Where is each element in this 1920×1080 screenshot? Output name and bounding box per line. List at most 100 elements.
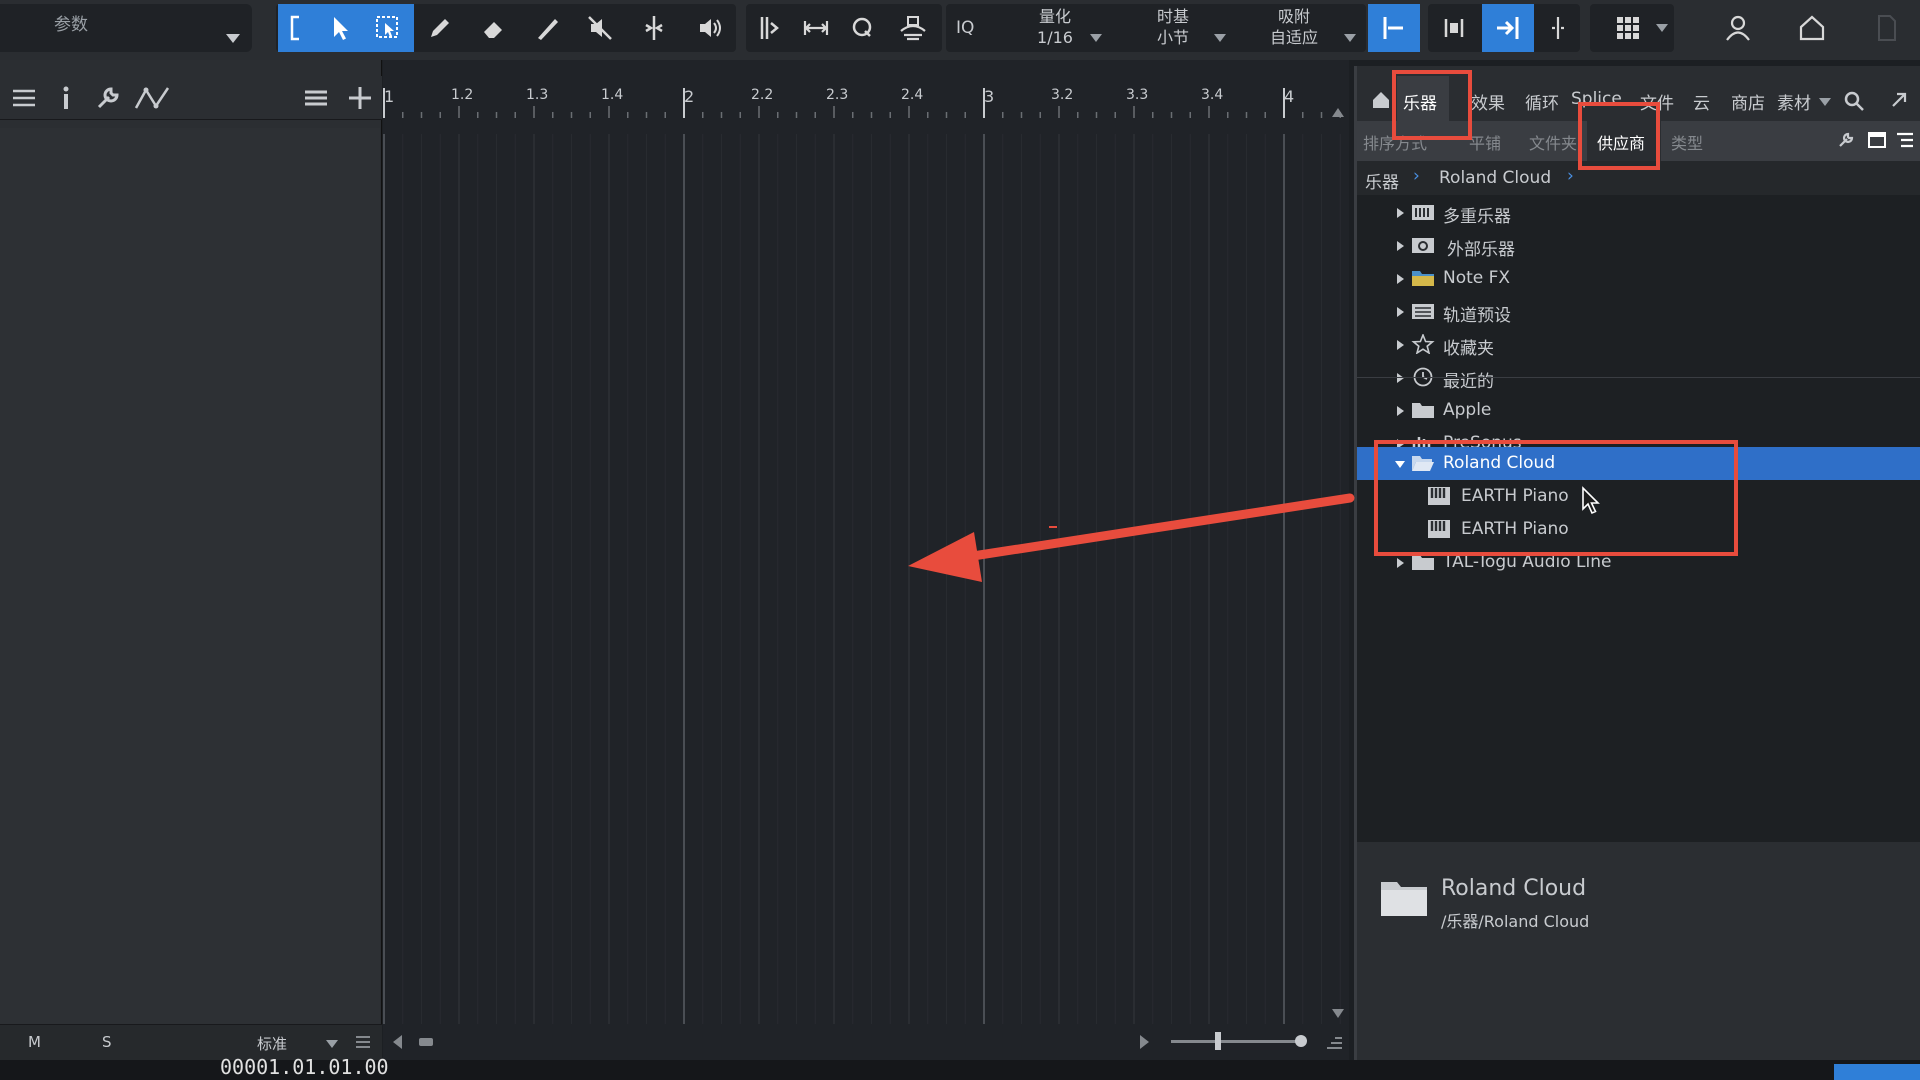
transport-time-display[interactable]: 00001.01.01.00: [220, 1052, 389, 1080]
snap-selector[interactable]: 吸附 自适应: [1264, 6, 1324, 48]
tab-loops[interactable]: 循环: [1525, 89, 1559, 114]
transport-bar: 00001.01.01.00: [0, 1055, 1920, 1080]
list-view-icon[interactable]: [302, 84, 330, 112]
paint-tool-button[interactable]: [522, 4, 574, 52]
split-cursor-icon: [1552, 17, 1564, 39]
split-tool-button[interactable]: [628, 4, 680, 52]
zoom-options-icon[interactable]: [1325, 1034, 1343, 1052]
sort-folder-tab[interactable]: 文件夹: [1529, 130, 1577, 154]
snap-toggle-button[interactable]: [1368, 4, 1420, 52]
track-list-area: [0, 128, 380, 1024]
iq-label[interactable]: IQ: [956, 18, 974, 39]
expand-icon[interactable]: [1889, 90, 1909, 110]
pencil-icon: [431, 19, 449, 37]
mute-all-button[interactable]: M: [28, 1033, 41, 1051]
zoom-slider-handle[interactable]: [1215, 1032, 1221, 1050]
arrangement-scrollbar[interactable]: [383, 1024, 1349, 1060]
tree-item-label: Note FX: [1443, 268, 1511, 288]
panel-view-icon[interactable]: [1867, 131, 1887, 149]
sort-type-tab[interactable]: 类型: [1671, 130, 1703, 154]
breadcrumb-instruments[interactable]: 乐器: [1365, 168, 1399, 193]
tree-item-label: 外部乐器: [1447, 240, 1515, 260]
ruler-ticks: [383, 88, 1341, 118]
search-icon[interactable]: [1843, 90, 1865, 112]
expand-arrow-icon[interactable]: [1397, 208, 1404, 218]
expand-arrow-icon[interactable]: [1397, 274, 1404, 284]
expand-arrow-icon[interactable]: [1397, 241, 1404, 251]
snap-label: 吸附: [1277, 7, 1310, 26]
expand-arrow-icon[interactable]: [1397, 307, 1404, 317]
range-tool-button[interactable]: [362, 4, 414, 52]
horizontal-scroll-thumb[interactable]: [419, 1038, 433, 1046]
solo-all-button[interactable]: S: [102, 1033, 112, 1051]
track-height-label[interactable]: 标准: [257, 1033, 287, 1054]
song-page-button[interactable]: [1862, 4, 1910, 52]
range-bracket-button[interactable]: [278, 4, 314, 52]
wrench-icon[interactable]: [1837, 131, 1855, 149]
add-track-icon[interactable]: [346, 84, 374, 112]
scroll-left-icon[interactable]: [391, 1034, 403, 1050]
tree-item-label: 轨道预设: [1443, 306, 1511, 326]
snap-to-events-button[interactable]: [1430, 4, 1478, 52]
snap-events-icon: [1444, 19, 1464, 37]
stretch-button[interactable]: [794, 4, 838, 52]
sort-flat-tab[interactable]: 平铺: [1469, 130, 1501, 154]
tab-effects[interactable]: 效果: [1471, 89, 1505, 114]
expand-arrow-icon[interactable]: [1397, 373, 1404, 383]
list-options-icon[interactable]: [354, 1033, 372, 1051]
chevron-down-icon: [1344, 34, 1356, 42]
list-item[interactable]: 多重乐器: [1357, 196, 1920, 229]
pencil-tool-button[interactable]: [414, 4, 466, 52]
expand-arrow-icon[interactable]: [1397, 340, 1404, 350]
home-button[interactable]: [1784, 4, 1840, 52]
arrow-tool-button[interactable]: [314, 4, 366, 52]
automation-curve-icon[interactable]: [134, 84, 174, 112]
info-icon[interactable]: [58, 84, 74, 112]
list-item[interactable]: Apple: [1357, 394, 1920, 427]
quantize-selector[interactable]: 量化 1/16: [1030, 6, 1080, 48]
tree-item-label: 多重乐器: [1443, 207, 1511, 227]
params-dropdown[interactable]: 参数: [0, 4, 252, 52]
eraser-tool-button[interactable]: [468, 4, 520, 52]
track-preset-icon: [1412, 304, 1434, 319]
split-icon: [645, 16, 663, 40]
snap-to-cursor-button[interactable]: [1482, 4, 1534, 52]
metronome-icon: [900, 16, 926, 41]
snap-relative-button[interactable]: [1538, 4, 1578, 52]
expand-arrow-icon[interactable]: [1397, 558, 1404, 568]
scroll-down-icon[interactable]: [1331, 1008, 1345, 1020]
grid-icon: [1617, 17, 1639, 39]
menu-lines-icon[interactable]: [10, 84, 38, 112]
list-item[interactable]: 轨道预设: [1357, 295, 1920, 328]
chevron-down-icon: [326, 1040, 338, 1048]
list-options-icon[interactable]: [1895, 131, 1915, 149]
zoom-slider-end[interactable]: [1295, 1035, 1307, 1047]
timebase-selector[interactable]: 时基 小节: [1146, 6, 1200, 48]
tab-cloud[interactable]: 云: [1693, 89, 1710, 114]
expand-arrow-icon[interactable]: [1397, 406, 1404, 416]
breadcrumb-roland-cloud[interactable]: Roland Cloud: [1439, 168, 1551, 188]
grid-view-button[interactable]: [1600, 4, 1656, 52]
browser-info-panel: Roland Cloud /乐器/Roland Cloud: [1357, 842, 1920, 1060]
user-account-button[interactable]: [1710, 4, 1766, 52]
list-item[interactable]: Note FX: [1357, 262, 1920, 295]
scroll-right-icon[interactable]: [1139, 1034, 1151, 1050]
bend-marker-button[interactable]: [746, 4, 790, 52]
mute-tool-button[interactable]: [574, 4, 626, 52]
wrench-icon[interactable]: [94, 84, 122, 112]
list-item[interactable]: 收藏夹: [1357, 328, 1920, 361]
scroll-up-icon[interactable]: [1331, 106, 1345, 118]
zoom-slider-track[interactable]: [1171, 1040, 1305, 1043]
timeline-ruler[interactable]: 1 1.2 1.3 1.4 2 2.2 2.3 2.4 3 3.2 3.3 3.4 4: [383, 84, 1349, 134]
metronome-button[interactable]: [888, 4, 938, 52]
list-item[interactable]: 外部乐器: [1357, 229, 1920, 262]
quantize-button[interactable]: [840, 4, 884, 52]
tab-assets[interactable]: 素材: [1777, 89, 1811, 114]
tab-shop[interactable]: 商店: [1731, 89, 1765, 114]
listen-tool-button[interactable]: [684, 4, 736, 52]
params-label: 参数: [54, 15, 88, 35]
home-icon[interactable]: [1371, 90, 1391, 110]
timebase-value: 小节: [1156, 28, 1189, 47]
chevron-right-icon: ›: [1567, 166, 1574, 186]
user-icon: [1726, 15, 1750, 41]
